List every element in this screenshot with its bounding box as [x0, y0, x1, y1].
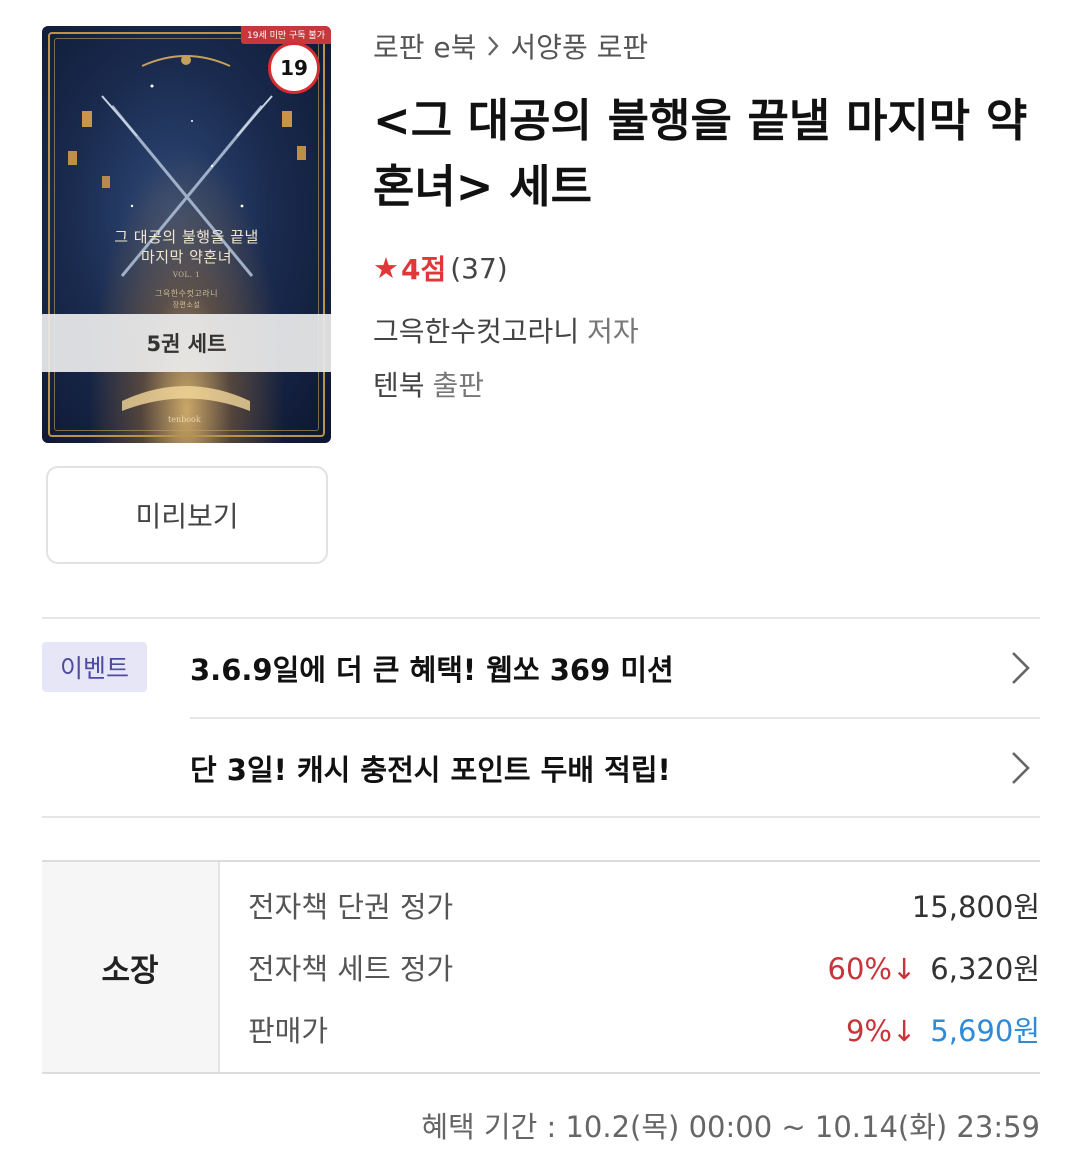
price-row-single: 전자책 단권 정가 15,800원	[248, 880, 1040, 930]
sale-price: 5,690원	[930, 1014, 1040, 1048]
cover-title-line1: 그 대공의 불행을 끝낼	[114, 228, 259, 246]
breadcrumb-category[interactable]: 로판 e북	[373, 26, 476, 66]
event-item-double-points[interactable]: 단 3일! 캐시 충전시 포인트 두배 적립!	[190, 719, 1040, 817]
book-cover[interactable]: 19세 미만 구독 불가 19 그 대공의 불행을 끝낼 마지막 약혼녀 VOL…	[42, 26, 331, 443]
price-value-group: 9%↓ 5,690원	[846, 1008, 1040, 1050]
benefit-period: 혜택 기간 : 10.2(목) 00:00 ~ 10.14(화) 23:59	[421, 1110, 1040, 1144]
price-row-set: 전자책 세트 정가 60%↓ 6,320원	[248, 942, 1040, 992]
chevron-right-icon	[1012, 752, 1030, 784]
discount-rate: 9%↓	[845, 1014, 917, 1048]
chevron-right-icon	[1012, 652, 1030, 684]
cover-author: 그윽한수컷고라니	[155, 289, 218, 298]
price-header-own: 소장	[42, 862, 220, 1072]
publisher-role: 출판	[432, 369, 485, 402]
rating-score: 4점	[401, 253, 447, 286]
price-value: 6,320원	[930, 952, 1040, 986]
price-label: 판매가	[248, 1014, 329, 1048]
publisher-name[interactable]: 텐북	[373, 369, 425, 402]
event-item-369-mission[interactable]: 3.6.9일에 더 큰 혜택! 웹쏘 369 미션	[190, 619, 1040, 717]
breadcrumb-subcategory[interactable]: 서양풍 로판	[510, 26, 648, 66]
discount-rate: 60%↓	[827, 952, 917, 986]
preview-button[interactable]: 미리보기	[46, 466, 328, 564]
divider	[42, 816, 1040, 818]
author-line: 그윽한수컷고라니 저자	[373, 310, 639, 350]
breadcrumb: 로판 e북 서양풍 로판	[373, 26, 648, 66]
age-rating-badge: 19	[268, 42, 320, 94]
author-role: 저자	[587, 315, 639, 348]
cover-volume: VOL. 1	[172, 271, 201, 279]
age-warning-label: 19세 미만 구독 불가	[241, 26, 331, 44]
event-text: 단 3일! 캐시 충전시 포인트 두배 적립!	[190, 753, 671, 787]
star-icon: ★	[373, 251, 399, 285]
book-title: <그 대공의 불행을 끝낼 마지막 약혼녀> 세트	[373, 94, 1028, 213]
chevron-right-icon	[487, 35, 500, 57]
author-name[interactable]: 그윽한수컷고라니	[373, 315, 579, 348]
publisher-logo: tenbook	[168, 415, 201, 424]
publisher-line: 텐북 출판	[373, 364, 484, 404]
price-label: 전자책 단권 정가	[248, 890, 454, 924]
rating-count: (37)	[450, 251, 508, 285]
event-badge: 이벤트	[42, 642, 147, 692]
price-value-group: 60%↓ 6,320원	[828, 946, 1040, 988]
price-label: 전자책 세트 정가	[248, 952, 454, 986]
price-table: 소장 전자책 단권 정가 15,800원 전자책 세트 정가 60%↓ 6,320…	[42, 860, 1040, 1074]
set-count-bar: 5권 세트	[42, 314, 331, 372]
price-value: 15,800원	[911, 890, 1040, 924]
price-row-sale: 판매가 9%↓ 5,690원	[248, 1004, 1040, 1054]
rating[interactable]: ★ 4점 (37)	[373, 248, 508, 288]
event-text: 3.6.9일에 더 큰 혜택! 웹쏘 369 미션	[190, 653, 674, 687]
cover-title-line2: 마지막 약혼녀	[140, 248, 233, 266]
cover-genre: 장편소설	[172, 301, 201, 309]
